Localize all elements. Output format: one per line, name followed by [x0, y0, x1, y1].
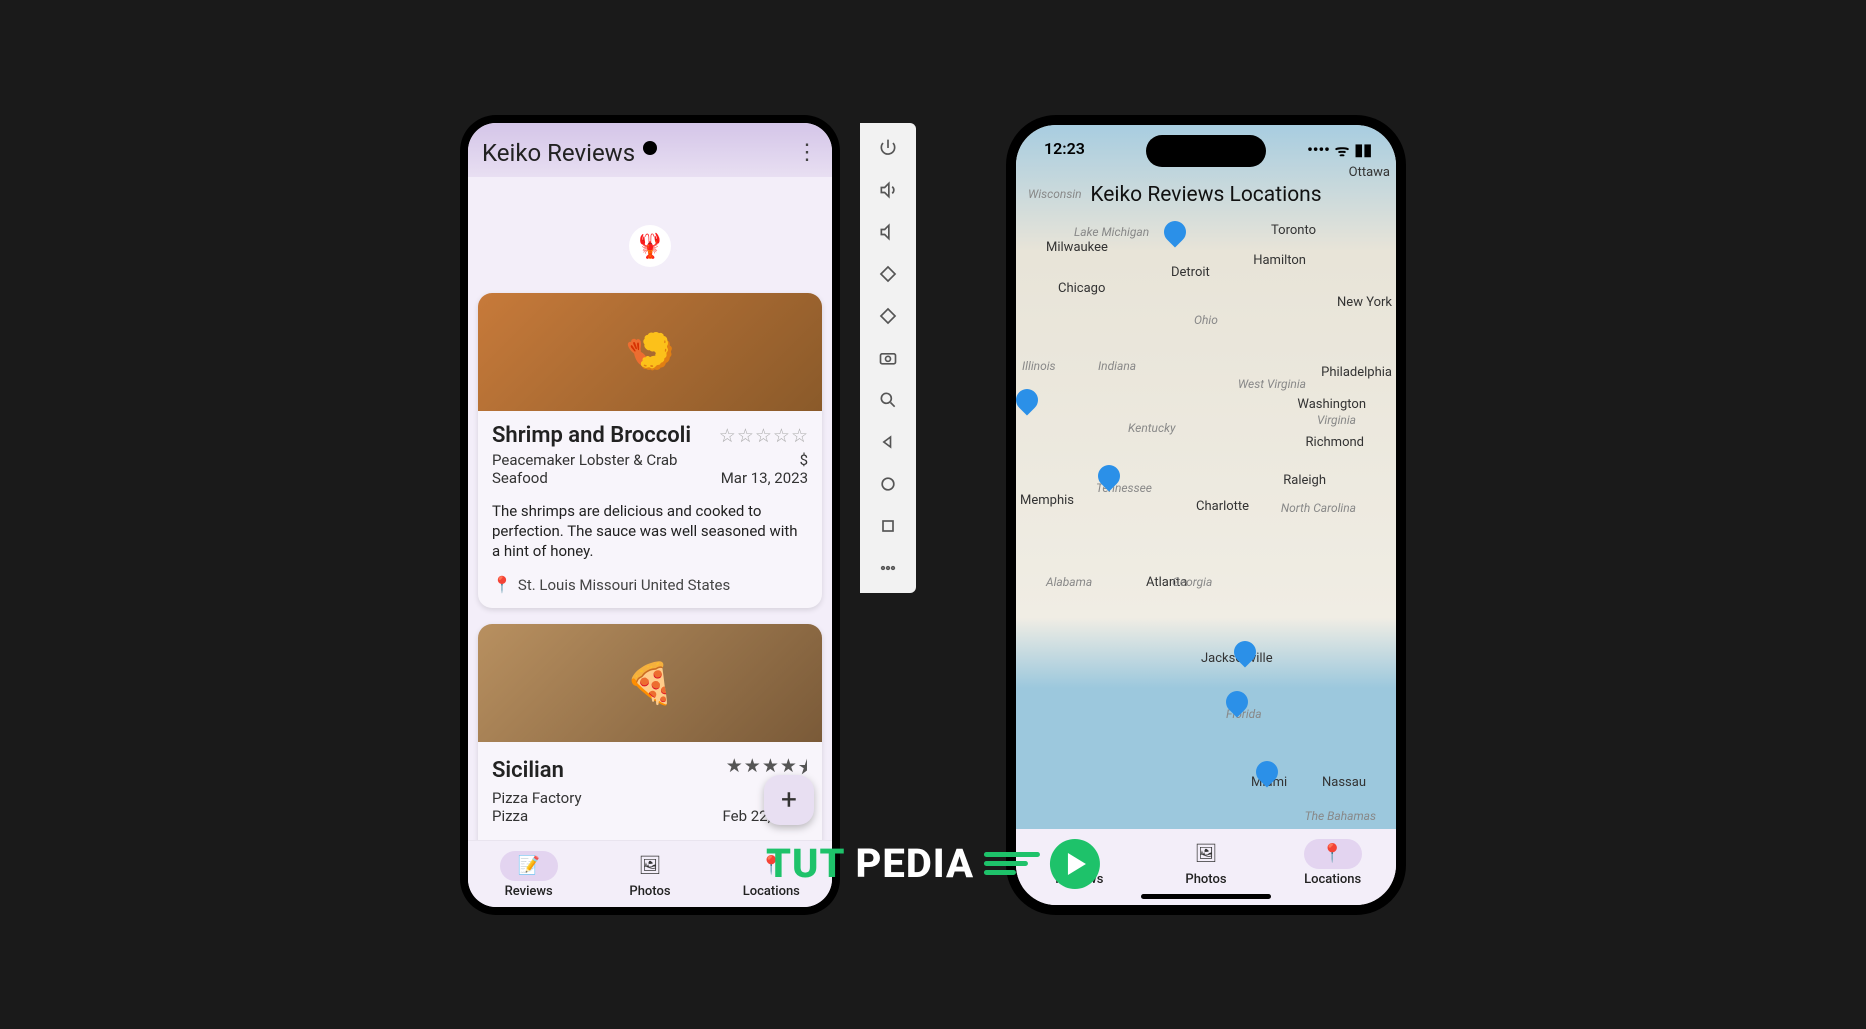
home-icon[interactable]: [877, 473, 899, 495]
android-device-frame: Keiko Reviews ⋮ 🦞 🍤 Shrimp and Broccoli: [460, 115, 840, 915]
map-state-label: Illinois: [1022, 359, 1056, 373]
restaurant-name: Peacemaker Lobster & Crab: [492, 451, 677, 469]
location-pin[interactable]: [1016, 389, 1038, 419]
map-state-label: Ohio: [1194, 313, 1218, 327]
android-screen: Keiko Reviews ⋮ 🦞 🍤 Shrimp and Broccoli: [468, 123, 832, 907]
review-card[interactable]: 🍤 Shrimp and Broccoli ☆☆☆☆☆ Peacemaker L…: [478, 293, 822, 609]
more-menu-button[interactable]: ⋮: [796, 140, 818, 165]
location-pin[interactable]: [1164, 221, 1186, 251]
overview-icon[interactable]: [877, 515, 899, 537]
power-icon[interactable]: [877, 137, 899, 159]
location-pin[interactable]: [1234, 641, 1256, 671]
map-city-label: Memphis: [1020, 493, 1074, 508]
volume-up-icon[interactable]: [877, 179, 899, 201]
app-title: Keiko Reviews: [482, 139, 635, 167]
home-indicator: [1141, 894, 1271, 899]
rotate-right-icon[interactable]: [877, 305, 899, 327]
more-icon[interactable]: [877, 557, 899, 579]
location-pin[interactable]: [1256, 761, 1278, 791]
add-review-icon: 📝: [1068, 843, 1090, 864]
bottom-nav: 📝 Reviews 🖼 Photos 📍 Locations: [468, 840, 832, 907]
iphone-device-frame: 12:23 •••• ᯤ ▮▮ Keiko Reviews Locations …: [1006, 115, 1406, 915]
emulator-toolbar: [860, 123, 916, 593]
map-title: Keiko Reviews Locations: [1090, 183, 1321, 207]
lobster-icon: 🦞: [629, 225, 671, 267]
iphone-screen: 12:23 •••• ᯤ ▮▮ Keiko Reviews Locations …: [1016, 125, 1396, 905]
review-title: Sicilian: [492, 758, 564, 783]
rotate-left-icon[interactable]: [877, 263, 899, 285]
map-state-label: North Carolina: [1281, 501, 1356, 515]
map-city-label: Milwaukee: [1046, 240, 1108, 255]
map-state-label: Indiana: [1098, 359, 1136, 373]
map-city-label: Washington: [1297, 397, 1366, 412]
review-date: Mar 13, 2023: [721, 469, 808, 487]
tab-photos[interactable]: 🖼 Photos: [1177, 839, 1235, 887]
reviews-scroll-area[interactable]: 🦞 🍤 Shrimp and Broccoli ☆☆☆☆☆ Peacem: [468, 177, 832, 840]
map-state-label: Lake Michigan: [1074, 225, 1149, 239]
add-review-fab[interactable]: +: [764, 775, 814, 825]
back-icon[interactable]: [877, 431, 899, 453]
volume-down-icon[interactable]: [877, 221, 899, 243]
map-city-label: New York: [1337, 295, 1392, 310]
map-city-label: Philadelphia: [1321, 365, 1392, 380]
signal-icon: ••••: [1307, 140, 1330, 159]
price-indicator: $: [800, 451, 808, 469]
map-title-bar: Keiko Reviews Locations: [1016, 173, 1396, 217]
photos-icon: 🖼: [1195, 843, 1218, 864]
tab-reviews[interactable]: 📝 Reviews: [500, 851, 558, 899]
tab-locations[interactable]: 📍 Locations: [1304, 839, 1362, 887]
camera-icon[interactable]: [877, 347, 899, 369]
map-state-label: West Virginia: [1238, 377, 1306, 391]
location-text: St. Louis Missouri United States: [518, 576, 730, 594]
map-state-label: Georgia: [1172, 575, 1212, 589]
review-photo: 🍕: [478, 624, 822, 742]
map-pin-icon: 📍: [760, 855, 782, 876]
map-view[interactable]: Keiko Reviews Locations Ottawa Toronto H…: [1016, 125, 1396, 829]
tab-reviews[interactable]: 📝 Reviews: [1050, 839, 1108, 887]
map-pin-icon: 📍: [1321, 843, 1343, 864]
map-city-label: Charlotte: [1196, 499, 1249, 514]
front-camera-dot: [643, 141, 657, 155]
map-state-label: Alabama: [1046, 575, 1092, 589]
zoom-icon[interactable]: [877, 389, 899, 411]
map-city-label: Detroit: [1171, 265, 1210, 280]
wifi-icon: ᯤ: [1335, 139, 1350, 161]
restaurant-name: Pizza Factory: [492, 789, 582, 807]
category-label: Seafood: [492, 469, 548, 487]
map-city-label: Raleigh: [1283, 473, 1326, 488]
map-city-label: Chicago: [1058, 281, 1105, 296]
app-header: Keiko Reviews ⋮: [468, 123, 832, 177]
dynamic-island: [1146, 135, 1266, 167]
location-pin[interactable]: [1098, 465, 1120, 495]
map-pin-icon: 📍: [492, 575, 512, 594]
map-state-label: Kentucky: [1128, 421, 1175, 435]
map-city-label: Hamilton: [1253, 253, 1306, 268]
app-logo: 🦞: [478, 191, 822, 293]
tab-locations[interactable]: 📍 Locations: [742, 851, 800, 899]
review-title: Shrimp and Broccoli: [492, 423, 691, 448]
map-city-label: Richmond: [1306, 435, 1364, 450]
map-state-label: The Bahamas: [1305, 809, 1376, 823]
map-state-label: Virginia: [1317, 413, 1356, 427]
map-city-label: Toronto: [1271, 223, 1316, 238]
review-text: The shrimps are delicious and cooked to …: [492, 501, 808, 562]
map-city-label: Nassau: [1322, 775, 1366, 790]
photos-icon: 🖼: [639, 855, 662, 876]
battery-icon: ▮▮: [1354, 140, 1372, 159]
rating-stars: ☆☆☆☆☆: [719, 424, 808, 447]
status-time: 12:23: [1044, 139, 1085, 161]
tab-photos[interactable]: 🖼 Photos: [621, 851, 679, 899]
review-photo: 🍤: [478, 293, 822, 411]
add-review-icon: 📝: [517, 855, 539, 876]
location-pin[interactable]: [1226, 691, 1248, 721]
location-row: 📍 St. Louis Missouri United States: [492, 575, 808, 594]
category-label: Pizza: [492, 807, 528, 825]
